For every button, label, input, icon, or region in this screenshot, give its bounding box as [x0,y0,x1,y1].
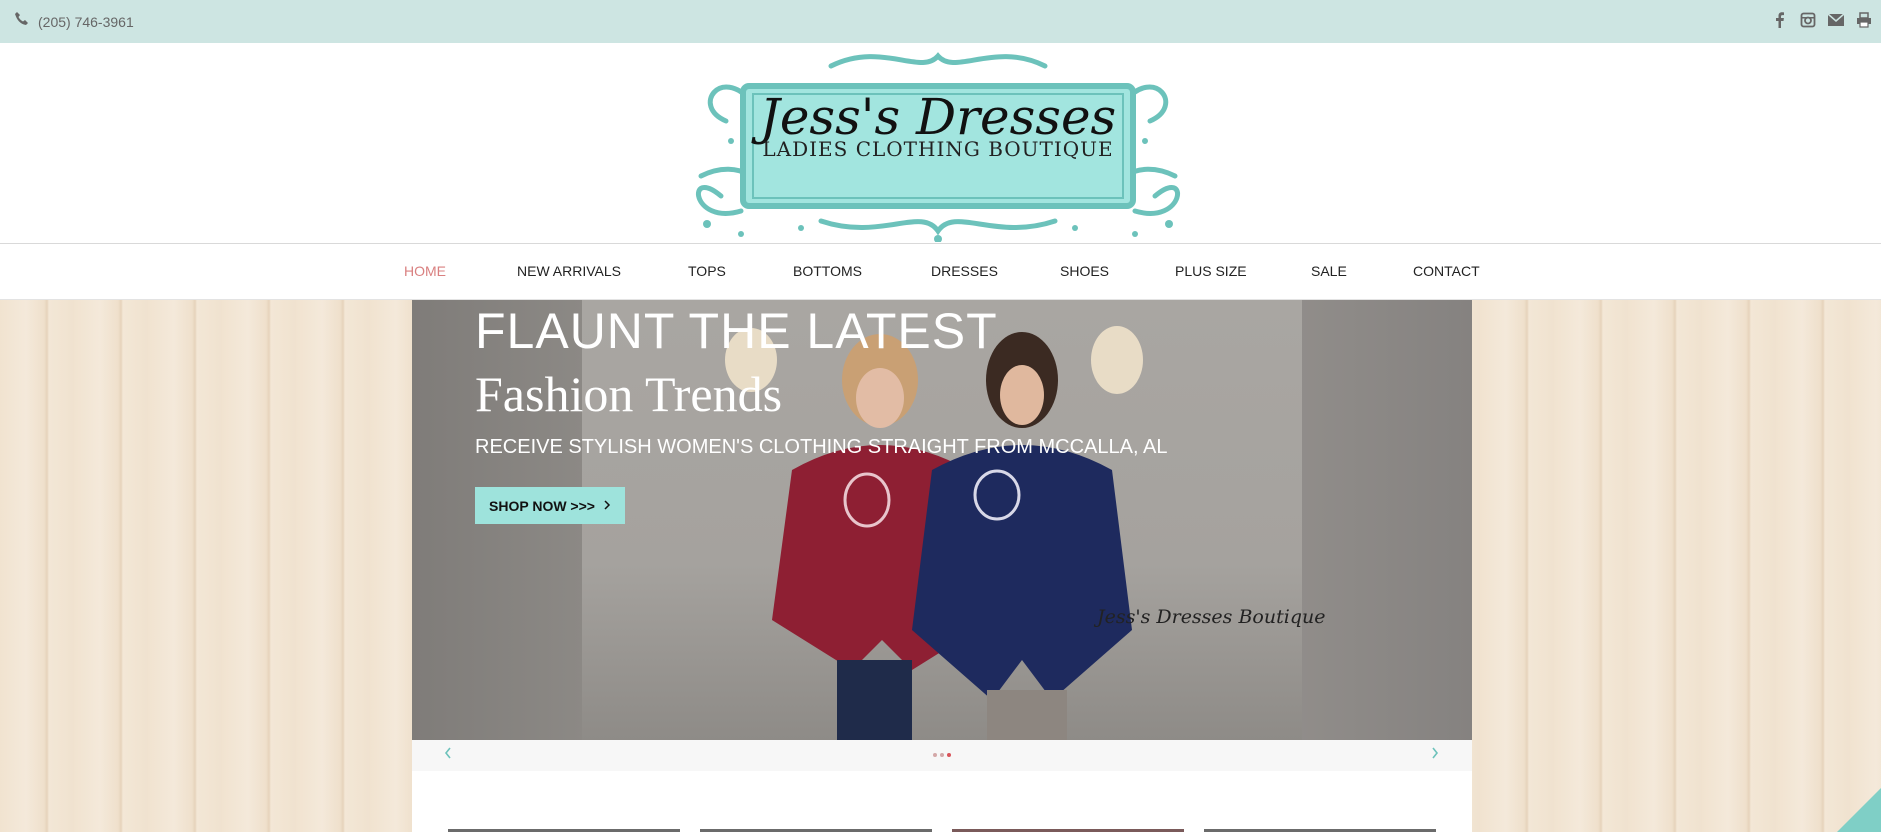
phone-number: (205) 746-3961 [38,13,134,30]
slider-dot-2[interactable] [940,753,944,757]
hero-title-line2: Fashion Trends [475,366,783,422]
scroll-to-top-corner[interactable] [1837,788,1881,832]
chevron-right-icon [603,497,611,515]
print-icon[interactable] [1855,11,1873,29]
nav-item-home[interactable]: HOME [404,263,446,279]
chevron-right-icon [1431,746,1439,764]
instagram-icon[interactable] [1799,11,1817,29]
slider-controls [412,740,1472,771]
nav-item-bottoms[interactable]: BOTTOMS [793,263,862,279]
main-nav: HOME NEW ARRIVALS TOPS BOTTOMS DRESSES S… [0,244,1881,300]
top-bar: (205) 746-3961 [0,0,1881,43]
hero-title-line1: FLAUNT THE LATEST [475,303,998,359]
site-logo[interactable]: Jess's Dresses LADIES CLOTHING BOUTIQUE [681,46,1195,243]
slider-dots [933,753,951,757]
facebook-icon[interactable] [1771,11,1789,29]
site-header: Jess's Dresses LADIES CLOTHING BOUTIQUE [0,43,1881,244]
phone-contact[interactable]: (205) 746-3961 [14,11,134,32]
hero-slider: FLAUNT THE LATEST Fashion Trends RECEIVE… [412,300,1472,740]
phone-icon [14,11,30,32]
nav-item-new-arrivals[interactable]: NEW ARRIVALS [517,263,621,279]
logo-subtitle: LADIES CLOTHING BOUTIQUE [762,137,1114,161]
slider-next-button[interactable] [1425,745,1445,765]
nav-item-contact[interactable]: CONTACT [1413,263,1480,279]
nav-item-dresses[interactable]: DRESSES [931,263,998,279]
slider-dot-1[interactable] [933,753,937,757]
nav-item-shoes[interactable]: SHOES [1060,263,1109,279]
slider-dot-3[interactable] [947,753,951,757]
nav-item-tops[interactable]: TOPS [688,263,726,279]
nav-item-plus-size[interactable]: PLUS SIZE [1175,263,1247,279]
email-icon[interactable] [1827,11,1845,29]
hero-signature: Jess's Dresses Boutique [1097,606,1326,628]
slider-prev-button[interactable] [438,745,458,765]
nav-item-sale[interactable]: SALE [1311,263,1347,279]
shop-now-label: SHOP NOW >>> [489,497,595,514]
hero-subtitle: RECEIVE STYLISH WOMEN'S CLOTHING STRAIGH… [475,436,1168,458]
content-panel: FLAUNT THE LATEST Fashion Trends RECEIVE… [412,300,1472,832]
shop-now-button[interactable]: SHOP NOW >>> [475,487,625,524]
chevron-left-icon [444,746,452,764]
social-links [1771,11,1873,29]
